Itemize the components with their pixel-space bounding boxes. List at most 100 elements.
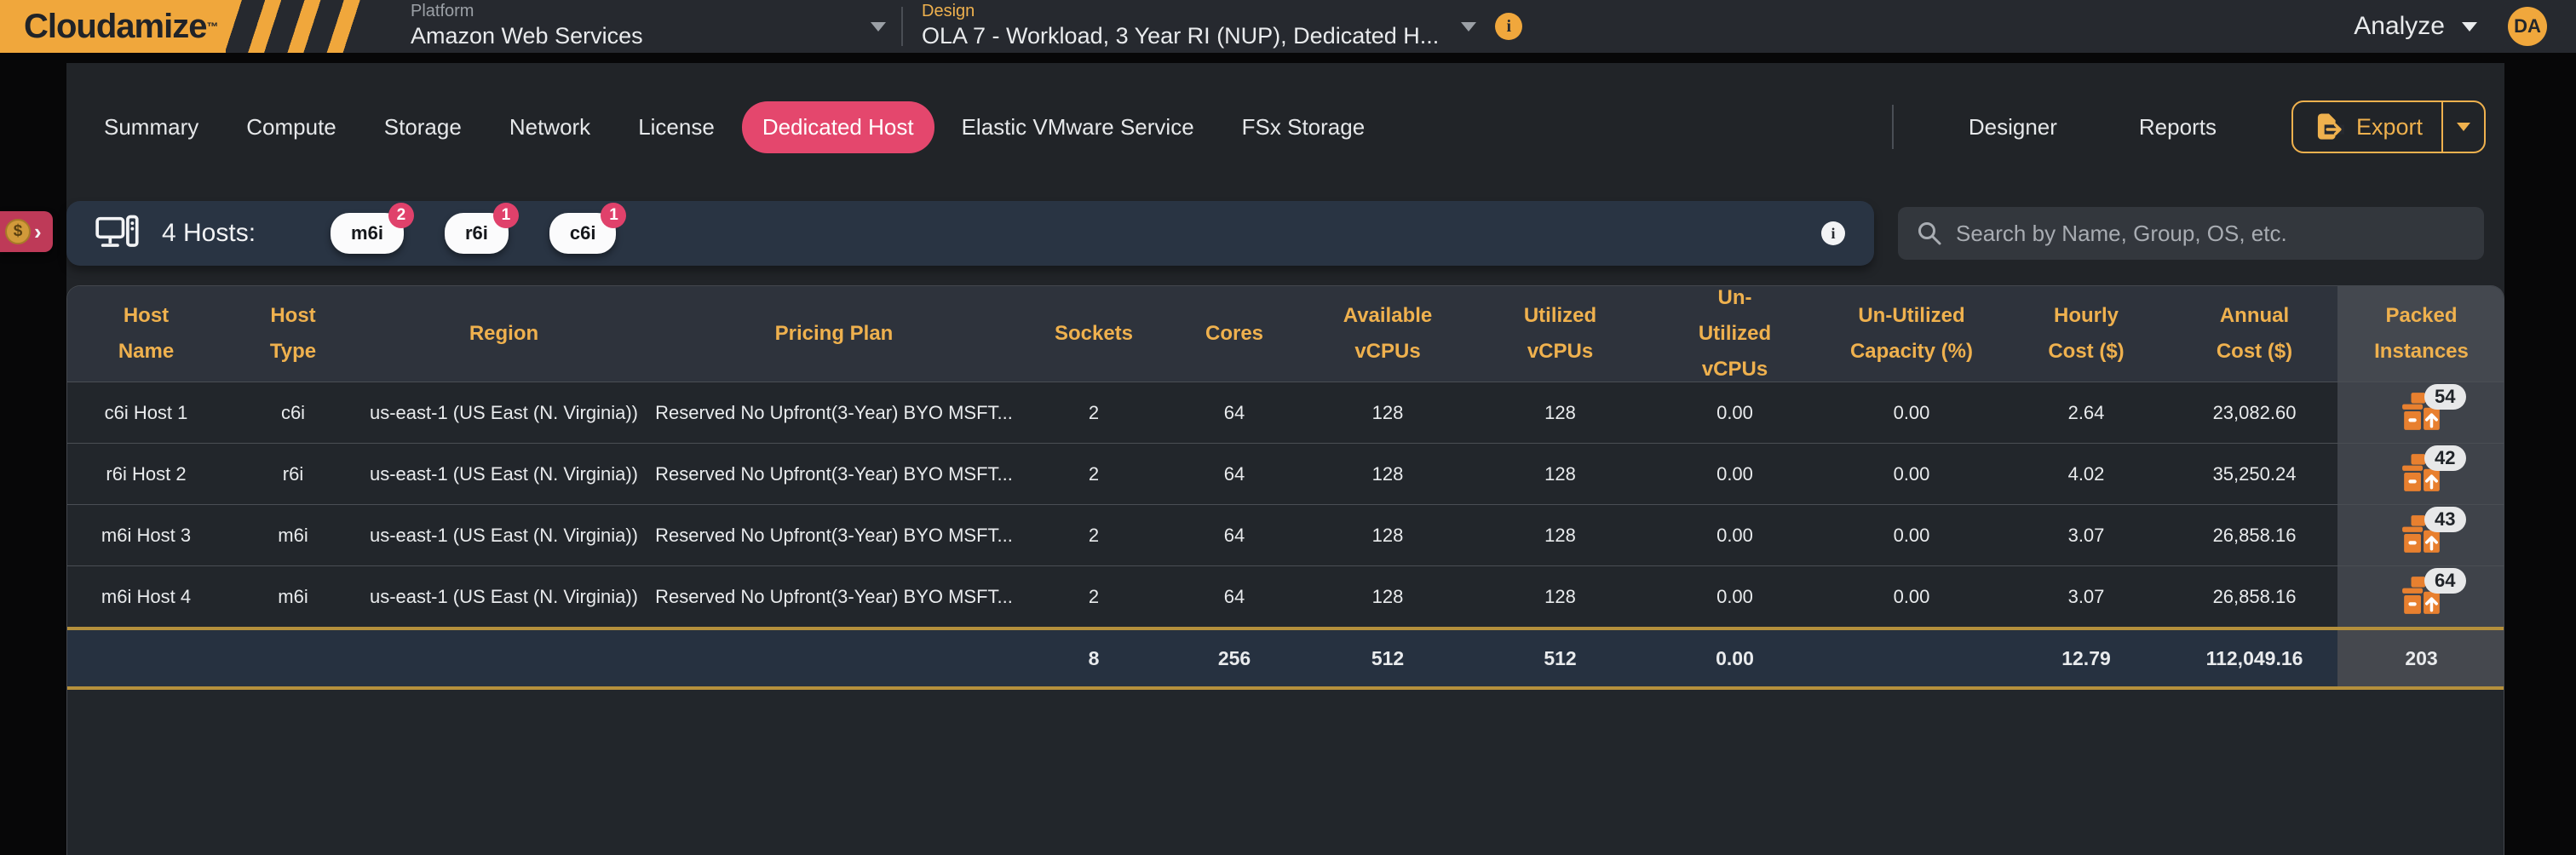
- export-dropdown-toggle[interactable]: [2443, 102, 2484, 152]
- packed-instances-icon[interactable]: 43: [2400, 514, 2444, 558]
- cell-hourly-cost: 3.07: [2001, 566, 2171, 627]
- chip-count-badge: 1: [601, 203, 626, 228]
- column-header-unutilized-vcpus[interactable]: Un-Utilized vCPUs: [1647, 286, 1822, 382]
- cell-annual-cost: 35,250.24: [2171, 444, 2337, 504]
- totals-unutilized-vcpus: 0.00: [1647, 630, 1822, 686]
- platform-dropdown[interactable]: Platform Amazon Web Services: [411, 0, 819, 53]
- totals-sockets: 8: [1021, 630, 1166, 686]
- table-row[interactable]: m6i Host 3 m6i us-east-1 (US East (N. Vi…: [67, 504, 2504, 565]
- totals-annual-cost: 112,049.16: [2171, 630, 2337, 686]
- cell-available-vcpus: 128: [1302, 566, 1473, 627]
- column-header-packed-instances[interactable]: Packed Instances: [2337, 286, 2504, 382]
- cell-host-name: r6i Host 2: [67, 444, 225, 504]
- column-header-region[interactable]: Region: [361, 286, 647, 382]
- search-input[interactable]: [1956, 221, 2465, 247]
- analyze-label: Analyze: [2354, 12, 2445, 41]
- cell-utilized-vcpus: 128: [1473, 566, 1647, 627]
- cell-packed-instances: 42: [2337, 444, 2504, 504]
- cell-available-vcpus: 128: [1302, 505, 1473, 565]
- search-box[interactable]: [1898, 207, 2484, 260]
- tab-storage[interactable]: Storage: [364, 101, 482, 153]
- cell-cores: 64: [1166, 444, 1302, 504]
- design-label: Design: [922, 1, 1439, 21]
- cell-region: us-east-1 (US East (N. Virginia)): [361, 505, 647, 565]
- chip-label: m6i: [351, 222, 383, 244]
- cell-packed-instances: 54: [2337, 382, 2504, 443]
- table-row[interactable]: r6i Host 2 r6i us-east-1 (US East (N. Vi…: [67, 443, 2504, 504]
- column-header-host-name[interactable]: Host Name: [67, 286, 225, 382]
- tab-bar: Summary Compute Storage Network License …: [66, 92, 2504, 162]
- chevron-down-icon[interactable]: [1461, 22, 1476, 32]
- chevron-down-icon[interactable]: [871, 22, 886, 32]
- currency-panel-toggle[interactable]: $ ›: [0, 211, 53, 252]
- tab-elastic-vmware-service[interactable]: Elastic VMware Service: [941, 101, 1215, 153]
- tab-dedicated-host[interactable]: Dedicated Host: [742, 101, 934, 153]
- tab-summary[interactable]: Summary: [83, 101, 219, 153]
- tab-network[interactable]: Network: [489, 101, 611, 153]
- designer-link[interactable]: Designer: [1928, 114, 2098, 141]
- chip-r6i[interactable]: r6i 1: [445, 213, 509, 254]
- column-header-host-type[interactable]: Host Type: [225, 286, 361, 382]
- cell-host-type: m6i: [225, 505, 361, 565]
- export-main[interactable]: Export: [2293, 102, 2441, 152]
- cell-host-name: m6i Host 3: [67, 505, 225, 565]
- top-bar: Cloudamize™ Platform Amazon Web Services…: [0, 0, 2576, 53]
- column-header-available-vcpus[interactable]: Available vCPUs: [1302, 286, 1473, 382]
- header-divider: [901, 7, 903, 46]
- cell-cores: 64: [1166, 505, 1302, 565]
- hosts-info-icon[interactable]: i: [1821, 221, 1845, 245]
- hosts-bar: 4 Hosts: m6i 2 r6i 1 c6i 1 i: [66, 201, 1874, 266]
- packed-count-badge: 64: [2424, 568, 2465, 594]
- cell-sockets: 2: [1021, 444, 1166, 504]
- chip-label: c6i: [570, 222, 596, 244]
- column-header-pricing-plan[interactable]: Pricing Plan: [647, 286, 1021, 382]
- totals-available-vcpus: 512: [1302, 630, 1473, 686]
- search-icon: [1917, 221, 1942, 246]
- file-export-icon: [2312, 111, 2344, 143]
- design-info-icon[interactable]: i: [1495, 13, 1522, 40]
- cell-hourly-cost: 4.02: [2001, 444, 2171, 504]
- totals-empty: [225, 630, 361, 686]
- tab-compute[interactable]: Compute: [226, 101, 357, 153]
- column-header-cores[interactable]: Cores: [1166, 286, 1302, 382]
- chevron-down-icon: [2457, 123, 2470, 131]
- column-header-annual-cost[interactable]: Annual Cost ($): [2171, 286, 2337, 382]
- cell-packed-instances: 43: [2337, 505, 2504, 565]
- chip-label: r6i: [465, 222, 488, 244]
- packed-count-badge: 54: [2424, 384, 2465, 410]
- packed-instances-icon[interactable]: 42: [2400, 452, 2444, 496]
- column-header-utilized-vcpus[interactable]: Utilized vCPUs: [1473, 286, 1647, 382]
- cell-sockets: 2: [1021, 382, 1166, 443]
- chip-c6i[interactable]: c6i 1: [549, 213, 617, 254]
- export-label: Export: [2356, 114, 2423, 141]
- hosts-count: 4 Hosts:: [162, 219, 256, 248]
- cell-host-type: c6i: [225, 382, 361, 443]
- chip-m6i[interactable]: m6i 2: [331, 213, 404, 254]
- tab-fsx-storage[interactable]: FSx Storage: [1222, 101, 1386, 153]
- design-dropdown[interactable]: Design OLA 7 - Workload, 3 Year RI (NUP)…: [922, 0, 1439, 53]
- cell-host-type: m6i: [225, 566, 361, 627]
- totals-cores: 256: [1166, 630, 1302, 686]
- hosts-row: 4 Hosts: m6i 2 r6i 1 c6i 1 i: [66, 201, 2504, 266]
- packed-count-badge: 43: [2424, 507, 2465, 532]
- tab-license[interactable]: License: [618, 101, 735, 153]
- table-row[interactable]: m6i Host 4 m6i us-east-1 (US East (N. Vi…: [67, 565, 2504, 627]
- cell-unutilized-capacity: 0.00: [1822, 505, 2001, 565]
- column-header-unutilized-capacity[interactable]: Un-Utilized Capacity (%): [1822, 286, 2001, 382]
- avatar[interactable]: DA: [2508, 7, 2547, 46]
- packed-instances-icon[interactable]: 64: [2400, 575, 2444, 619]
- hosts-table: Host Name Host Type Region Pricing Plan …: [66, 285, 2504, 855]
- platform-label: Platform: [411, 1, 819, 21]
- column-header-hourly-cost[interactable]: Hourly Cost ($): [2001, 286, 2171, 382]
- column-header-sockets[interactable]: Sockets: [1021, 286, 1166, 382]
- cell-unutilized-capacity: 0.00: [1822, 444, 2001, 504]
- totals-hourly-cost: 12.79: [2001, 630, 2171, 686]
- cell-utilized-vcpus: 128: [1473, 444, 1647, 504]
- cell-region: us-east-1 (US East (N. Virginia)): [361, 566, 647, 627]
- analyze-menu[interactable]: Analyze: [2354, 12, 2477, 41]
- cell-unutilized-vcpus: 0.00: [1647, 566, 1822, 627]
- export-button[interactable]: Export: [2291, 100, 2486, 153]
- table-row[interactable]: c6i Host 1 c6i us-east-1 (US East (N. Vi…: [67, 382, 2504, 443]
- reports-link[interactable]: Reports: [2098, 114, 2257, 141]
- packed-instances-icon[interactable]: 54: [2400, 391, 2444, 435]
